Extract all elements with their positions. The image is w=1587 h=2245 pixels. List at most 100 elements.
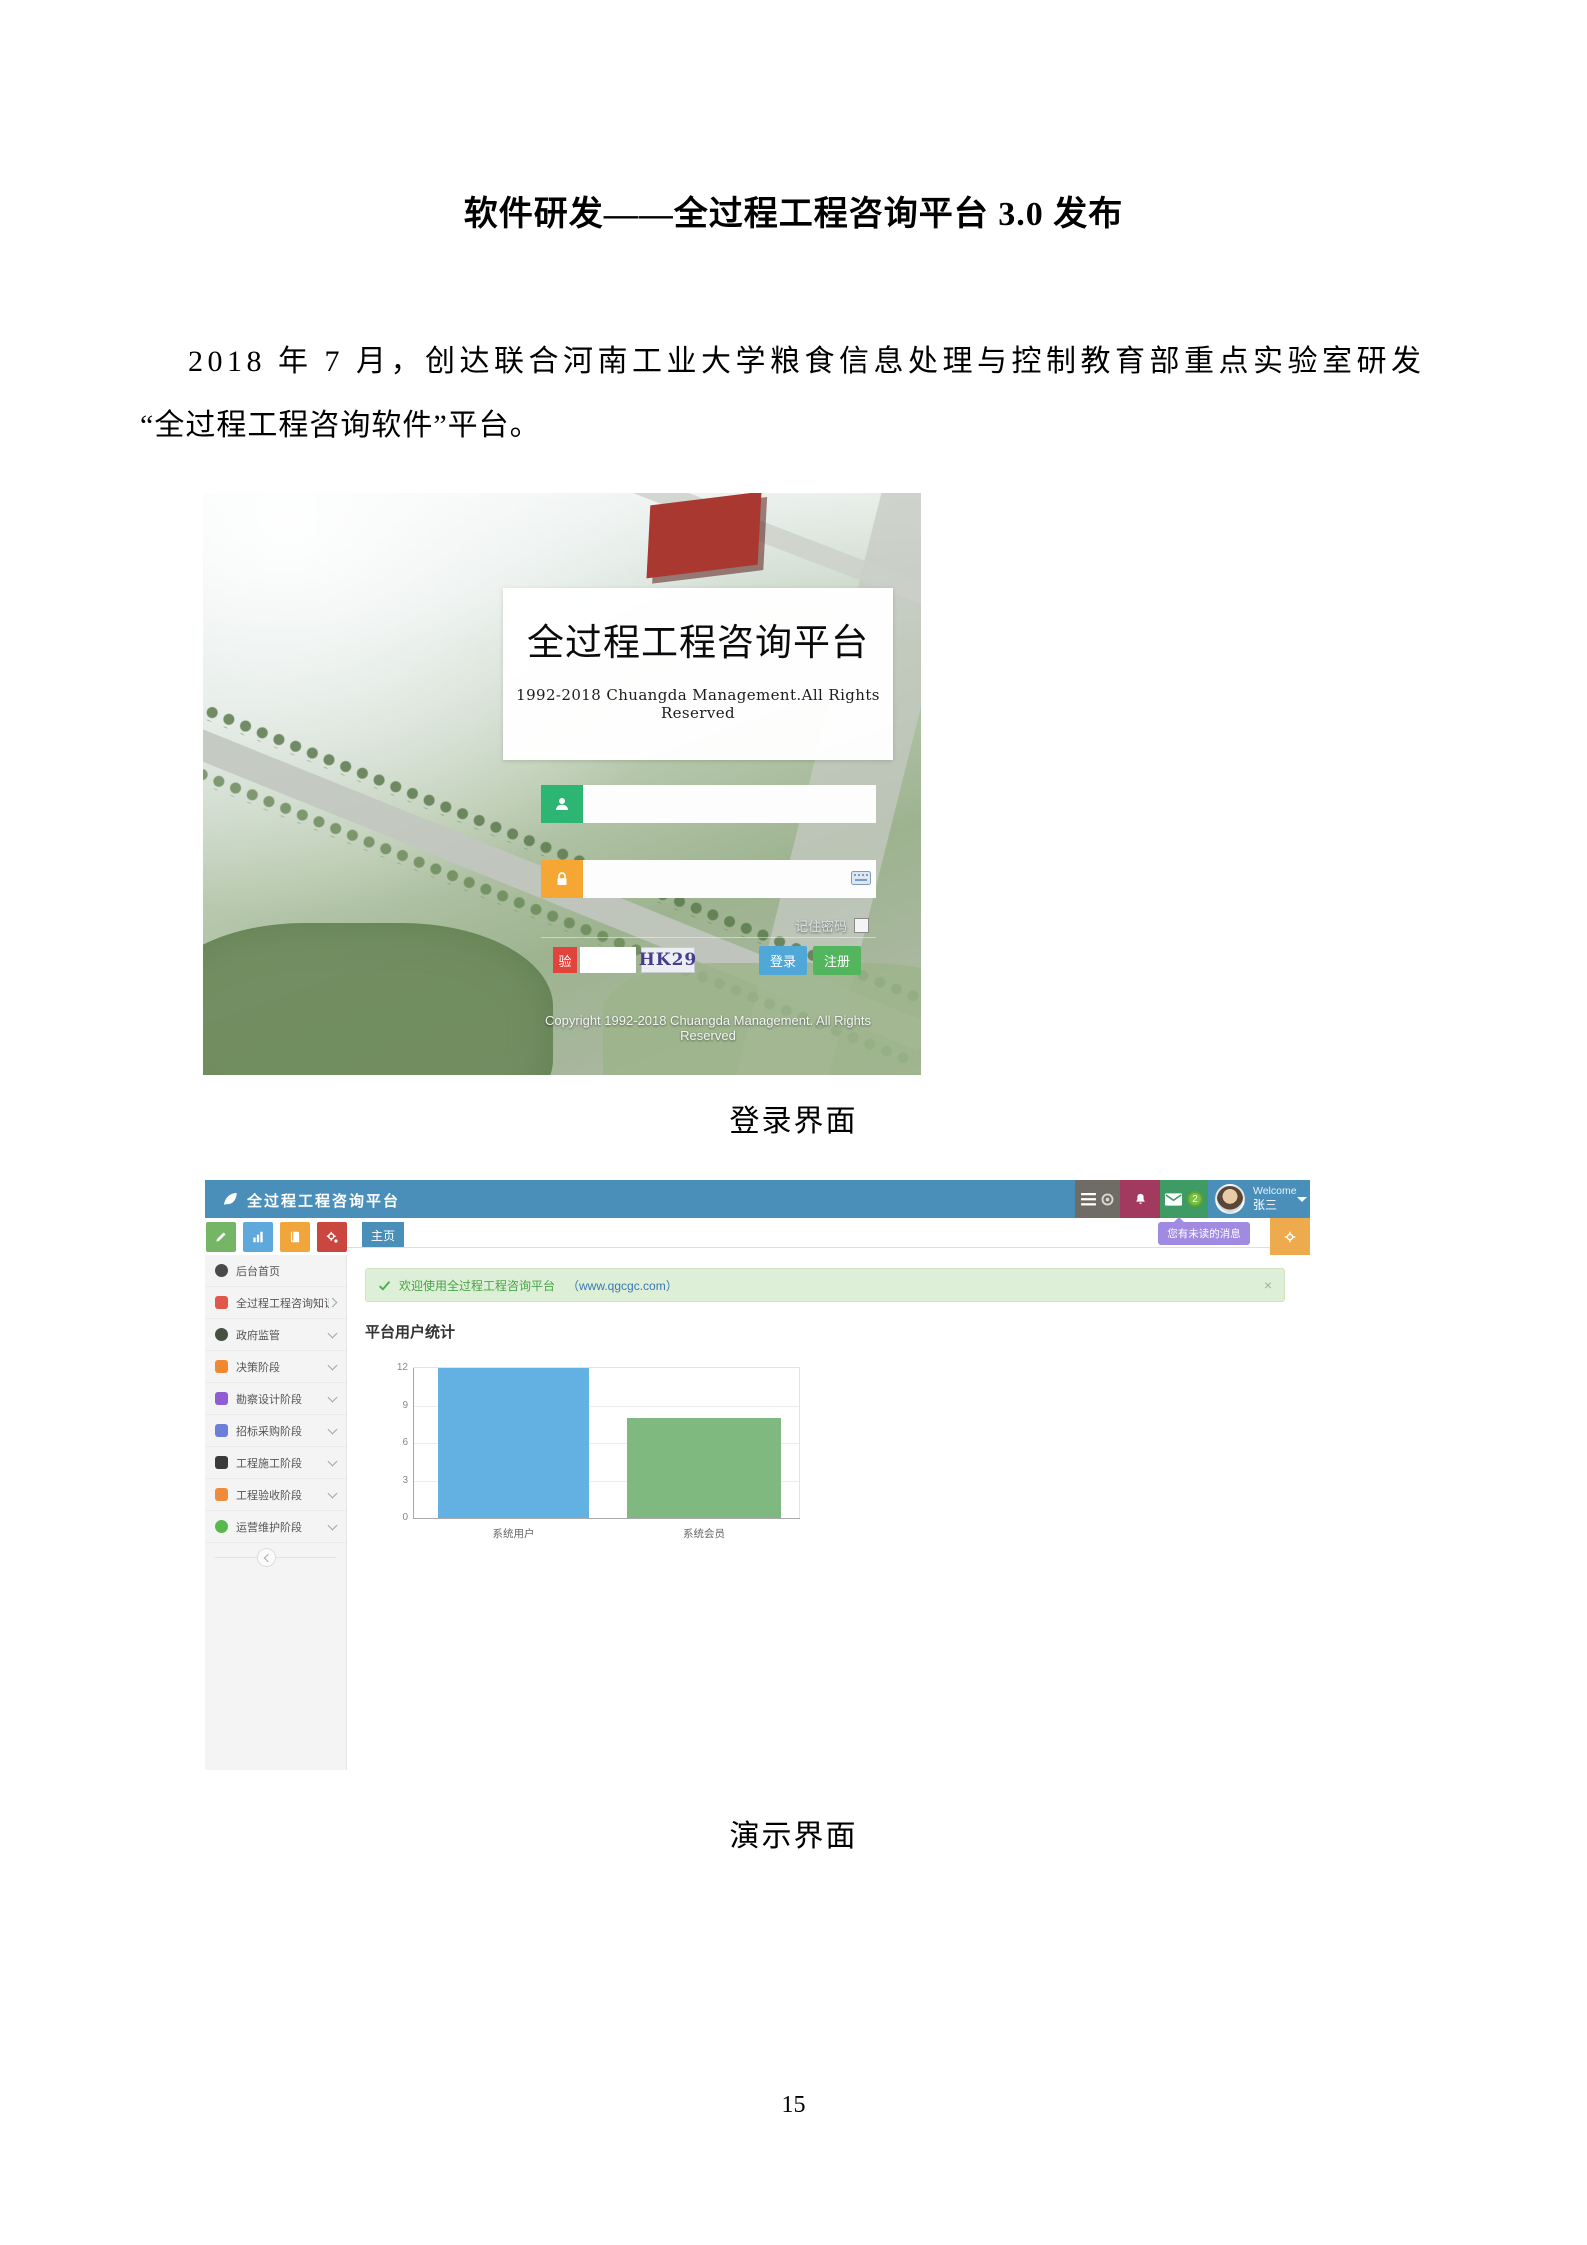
gavel-icon	[215, 1456, 228, 1469]
tab-home[interactable]: 主页	[362, 1222, 404, 1248]
flask-icon	[215, 1488, 228, 1501]
password-icon	[541, 860, 583, 898]
platform-subtitle: 1992-2018 Chuangda Management.All Rights…	[503, 686, 893, 722]
cogs-icon	[325, 1230, 340, 1245]
chart-title: 平台用户统计	[365, 1321, 455, 1342]
welcome-alert: 欢迎使用全过程工程咨询平台 （www.qgcgc.com） ×	[365, 1268, 1285, 1302]
messages-button[interactable]: 2	[1160, 1180, 1208, 1218]
sidebar-item[interactable]: 政府监管	[205, 1319, 346, 1351]
megaphone-icon	[215, 1424, 228, 1437]
leaf-icon	[215, 1328, 228, 1341]
chart-bar	[627, 1418, 781, 1518]
sidebar-item[interactable]: 招标采购阶段	[205, 1415, 346, 1447]
dashboard-header: 全过程工程咨询平台	[205, 1180, 1310, 1218]
login-button[interactable]: 登录	[759, 946, 807, 975]
dashboard-content: 欢迎使用全过程工程咨询平台 （www.qgcgc.com） × 平台用户统计 0…	[347, 1255, 1310, 1770]
username-icon	[541, 785, 583, 823]
grid-icon	[215, 1360, 228, 1373]
page-number: 15	[0, 2092, 1587, 2119]
user-avatar[interactable]	[1215, 1184, 1245, 1214]
check-icon	[378, 1279, 391, 1292]
sidebar-item-label: 决策阶段	[236, 1359, 329, 1375]
sidebar-item[interactable]: 工程施工阶段	[205, 1447, 346, 1479]
welcome-text: Welcome	[1253, 1185, 1297, 1198]
unread-messages-tooltip: 您有未读的消息	[1158, 1222, 1250, 1245]
sidebar-item[interactable]: 决策阶段	[205, 1351, 346, 1383]
quick-stats-button[interactable]	[243, 1222, 273, 1252]
dashboard-sidebar: 后台首页全过程工程咨询知识库政府监管决策阶段勘察设计阶段招标采购阶段工程施工阶段…	[205, 1255, 347, 1770]
password-input[interactable]	[583, 860, 876, 898]
y-tick-label: 12	[384, 1362, 408, 1373]
dashboard-sidebar-menu: 后台首页全过程工程咨询知识库政府监管决策阶段勘察设计阶段招标采购阶段工程施工阶段…	[205, 1255, 346, 1543]
bar-chart-plot: 036912系统用户系统会员	[413, 1367, 800, 1519]
list-icon	[1081, 1193, 1096, 1206]
book-icon	[288, 1230, 302, 1244]
dashboard-icon	[215, 1264, 228, 1277]
paragraph-line-1: 2018 年 7 月，创达联合河南工业大学粮食信息处理与控制教育部重点实验室研发	[188, 336, 1426, 380]
quick-docs-button[interactable]	[280, 1222, 310, 1252]
x-category-label: 系统用户	[438, 1526, 589, 1541]
login-screenshot: 全过程工程咨询平台 1992-2018 Chuangda Management.…	[203, 493, 921, 1075]
captcha-input[interactable]	[580, 947, 636, 973]
y-tick-label: 0	[384, 1512, 408, 1523]
form-divider	[541, 937, 876, 938]
caption-login: 登录界面	[0, 1096, 1587, 1140]
user-icon	[553, 795, 571, 813]
gear-icon	[1283, 1230, 1297, 1244]
dashboard-title: 全过程工程咨询平台	[247, 1190, 400, 1211]
sidebar-item[interactable]: 全过程工程咨询知识库	[205, 1287, 346, 1319]
chevron-down-icon	[328, 1520, 338, 1530]
sidebar-item-label: 全过程工程咨询知识库	[236, 1295, 329, 1311]
page-title: 软件研发——全过程工程咨询平台 3.0 发布	[0, 186, 1587, 235]
chevron-right-icon	[328, 1298, 338, 1308]
captcha-icon: 验	[553, 947, 577, 973]
chevron-left-icon	[263, 1553, 271, 1561]
quick-settings-button[interactable]	[317, 1222, 347, 1252]
sidebar-item[interactable]: 工程验收阶段	[205, 1479, 346, 1511]
dashboard-screenshot: 全过程工程咨询平台	[205, 1180, 1310, 1770]
remember-password: 记住密码	[703, 916, 869, 935]
panel-settings-button[interactable]	[1270, 1218, 1310, 1255]
sidebar-item[interactable]: 运营维护阶段	[205, 1511, 346, 1543]
sidebar-collapse-button[interactable]	[257, 1548, 276, 1567]
sidebar-item-label: 政府监管	[236, 1327, 329, 1343]
notifications-button[interactable]	[1120, 1180, 1160, 1218]
username-text: 张三	[1253, 1198, 1297, 1213]
captcha-code[interactable]: HK29	[641, 947, 695, 973]
bar-chart-icon	[251, 1230, 265, 1244]
aerial-park	[203, 923, 553, 1075]
sidebar-collapse-row	[205, 1543, 346, 1573]
x-axis	[413, 1518, 800, 1519]
document-page: 软件研发——全过程工程咨询平台 3.0 发布 2018 年 7 月，创达联合河南…	[0, 0, 1587, 2245]
quick-edit-button[interactable]	[206, 1222, 236, 1252]
remember-password-checkbox[interactable]	[854, 918, 869, 933]
sidebar-item-label: 后台首页	[236, 1263, 336, 1279]
sidebar-item[interactable]: 勘察设计阶段	[205, 1383, 346, 1415]
sidebar-item-label: 运营维护阶段	[236, 1519, 329, 1535]
leaf-logo-icon	[221, 1190, 239, 1208]
alert-close-button[interactable]: ×	[1264, 1278, 1272, 1292]
user-menu[interactable]: Welcome 张三	[1253, 1185, 1297, 1213]
tab-bar-divider	[347, 1247, 1310, 1248]
task-list-button[interactable]	[1075, 1180, 1120, 1218]
alert-text: 欢迎使用全过程工程咨询平台	[399, 1277, 555, 1294]
chevron-down-icon	[1297, 1197, 1307, 1202]
status-ring-icon	[1101, 1193, 1114, 1206]
chevron-down-icon	[328, 1488, 338, 1498]
sidebar-item[interactable]: 后台首页	[205, 1255, 346, 1287]
soft-keyboard-icon[interactable]	[851, 871, 871, 890]
folder-icon	[215, 1296, 228, 1309]
register-button[interactable]: 注册	[813, 946, 861, 975]
chevron-down-icon	[328, 1424, 338, 1434]
y-tick-label: 9	[384, 1400, 408, 1411]
platform-title: 全过程工程咨询平台	[503, 612, 893, 666]
monitor-icon	[215, 1392, 228, 1405]
envelope-icon	[1165, 1193, 1182, 1206]
login-title-panel: 全过程工程咨询平台 1992-2018 Chuangda Management.…	[503, 588, 893, 760]
pencil-icon	[214, 1230, 228, 1244]
username-input[interactable]	[583, 785, 876, 823]
alert-link[interactable]: （www.qgcgc.com）	[567, 1277, 678, 1294]
lock-icon	[553, 870, 571, 888]
chevron-down-icon	[328, 1360, 338, 1370]
sidebar-item-label: 工程验收阶段	[236, 1487, 329, 1503]
